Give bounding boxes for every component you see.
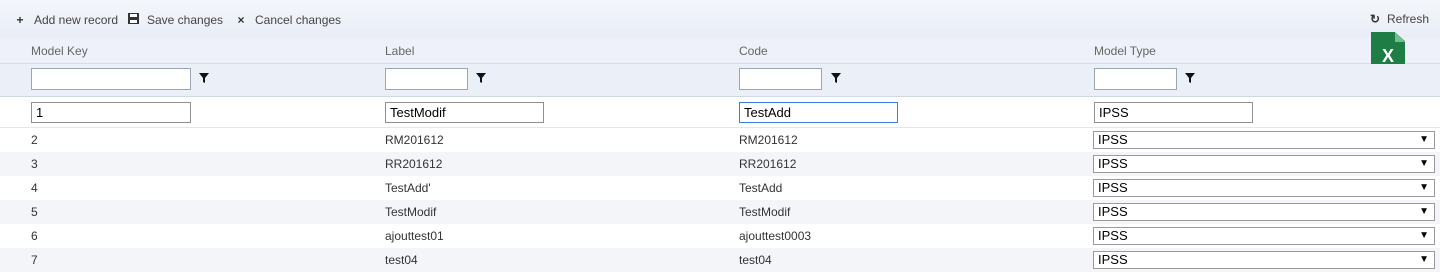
table-row[interactable]: 5 TestModif TestModif IPSS ▼ <box>0 200 1440 224</box>
filter-icon[interactable] <box>199 73 209 83</box>
model-key-cell: 4 <box>31 181 38 195</box>
code-cell: TestModif <box>739 205 791 219</box>
model-type-value: IPSS <box>1098 180 1128 195</box>
model-key-edit-input[interactable] <box>31 102 191 123</box>
model-type-value: IPSS <box>1098 132 1128 147</box>
code-cell: ajouttest0003 <box>739 229 812 243</box>
table-row[interactable]: 3 RR201612 RR201612 IPSS ▼ <box>0 152 1440 176</box>
filter-icon[interactable] <box>831 73 841 83</box>
excel-icon-fold <box>1395 32 1405 42</box>
cancel-changes-button[interactable]: × Cancel changes <box>235 12 341 28</box>
label-cell: ajouttest01 <box>385 229 444 243</box>
cancel-changes-label: Cancel changes <box>255 13 342 27</box>
label-cell: TestModif <box>385 205 437 219</box>
refresh-label: Refresh <box>1387 12 1430 26</box>
add-new-record-label: Add new record <box>34 13 119 27</box>
model-type-value: IPSS <box>1098 252 1128 267</box>
dropdown-arrow-icon: ▼ <box>1419 230 1429 241</box>
model-key-cell: 7 <box>31 253 38 267</box>
table-row-editing <box>0 97 1440 128</box>
code-filter-input[interactable] <box>739 68 822 90</box>
dropdown-arrow-icon: ▼ <box>1419 206 1429 217</box>
label-edit-input[interactable] <box>385 102 544 123</box>
table-row[interactable]: 2 RM201612 RM201612 IPSS ▼ <box>0 128 1440 152</box>
save-icon <box>127 13 139 27</box>
model-type-value: IPSS <box>1098 204 1128 219</box>
dropdown-arrow-icon: ▼ <box>1419 182 1429 193</box>
model-type-select[interactable]: IPSS ▼ <box>1093 203 1435 221</box>
refresh-button[interactable]: ↻ Refresh <box>1369 11 1429 27</box>
model-key-cell: 3 <box>31 157 38 171</box>
plus-icon: + <box>16 13 24 27</box>
refresh-icon: ↻ <box>1369 12 1381 26</box>
model-key-cell: 6 <box>31 229 38 243</box>
save-changes-label: Save changes <box>147 13 224 27</box>
label-cell: test04 <box>385 253 418 267</box>
save-changes-button[interactable]: Save changes <box>127 12 223 28</box>
model-type-select[interactable]: IPSS ▼ <box>1093 179 1435 197</box>
column-header-label[interactable]: Label <box>385 44 414 58</box>
table-row[interactable]: 6 ajouttest01 ajouttest0003 IPSS ▼ <box>0 224 1440 248</box>
add-new-record-button[interactable]: + Add new record <box>14 12 118 28</box>
grid-header: Model Key Label Code Model Type <box>0 38 1440 64</box>
code-cell: TestAdd <box>739 181 783 195</box>
label-cell: RM201612 <box>385 133 444 147</box>
model-type-select[interactable]: IPSS ▼ <box>1093 131 1435 149</box>
model-type-select[interactable]: IPSS ▼ <box>1093 251 1435 269</box>
code-cell: RM201612 <box>739 133 798 147</box>
model-type-select[interactable]: IPSS ▼ <box>1093 155 1435 173</box>
dropdown-arrow-icon: ▼ <box>1419 134 1429 145</box>
table-row[interactable]: 4 TestAdd' TestAdd IPSS ▼ <box>0 176 1440 200</box>
label-cell: TestAdd' <box>385 181 431 195</box>
close-icon: × <box>237 13 245 27</box>
model-key-cell: 2 <box>31 133 38 147</box>
model-type-select[interactable]: IPSS ▼ <box>1093 227 1435 245</box>
column-header-model-type[interactable]: Model Type <box>1094 44 1156 58</box>
dropdown-arrow-icon: ▼ <box>1419 158 1429 169</box>
model-type-value: IPSS <box>1098 228 1128 243</box>
dropdown-arrow-icon: ▼ <box>1419 254 1429 265</box>
model-type-edit-input[interactable] <box>1094 102 1253 123</box>
filter-icon[interactable] <box>476 73 486 83</box>
label-cell: RR201612 <box>385 157 443 171</box>
column-header-code[interactable]: Code <box>739 44 768 58</box>
code-edit-input[interactable] <box>739 102 898 123</box>
model-key-cell: 5 <box>31 205 38 219</box>
table-row[interactable]: 7 test04 test04 IPSS ▼ <box>0 248 1440 272</box>
model-type-filter-input[interactable] <box>1094 68 1177 90</box>
model-type-value: IPSS <box>1098 156 1128 171</box>
column-header-model-key[interactable]: Model Key <box>31 44 88 58</box>
filter-row <box>0 64 1440 97</box>
grid-toolbar: + Add new record Save changes × Cancel c… <box>0 0 1440 38</box>
label-filter-input[interactable] <box>385 68 468 90</box>
code-cell: RR201612 <box>739 157 797 171</box>
model-key-filter-input[interactable] <box>31 68 191 90</box>
code-cell: test04 <box>739 253 772 267</box>
filter-icon[interactable] <box>1185 73 1195 83</box>
